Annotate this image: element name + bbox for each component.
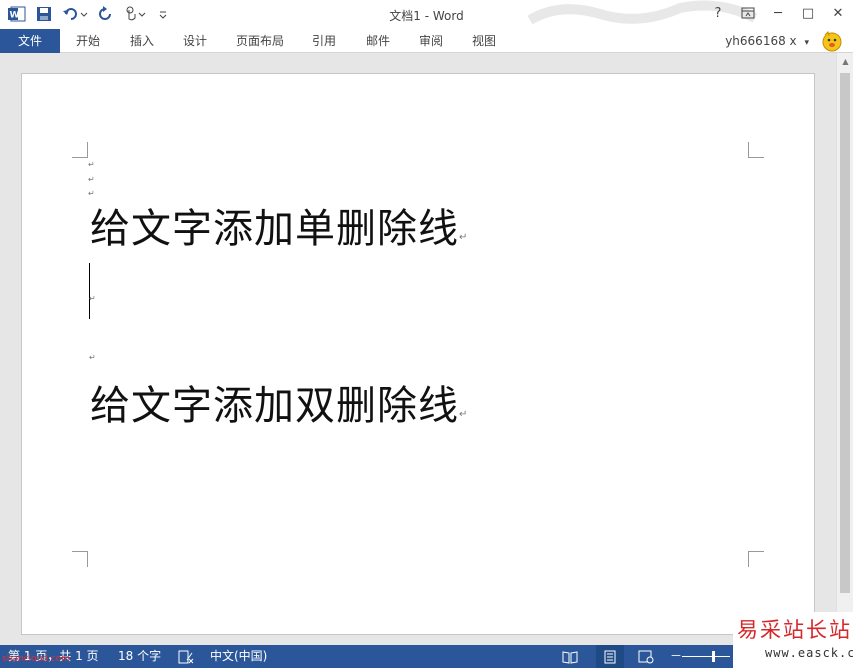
status-bar: 第 1 页，共 1 页 18 个字 中文(中国) － (0, 645, 853, 668)
web-layout-icon[interactable] (638, 645, 654, 668)
paragraph-mark: ↵ (89, 294, 96, 303)
paragraph-mark: ↵ (89, 353, 96, 362)
print-layout-icon[interactable] (596, 645, 624, 668)
paragraph-mark: ↵ (88, 189, 95, 198)
paragraph-mark: ↵ (88, 160, 95, 169)
user-dropdown-icon: ▾ (804, 38, 809, 48)
paragraph-mark: ↵ (459, 232, 469, 243)
paragraph-mark: ↵ (88, 175, 95, 184)
margin-corner-top-left (72, 142, 88, 158)
tab-insert[interactable]: 插入 (122, 29, 162, 53)
window-controls: ? ─ □ ✕ (709, 4, 847, 22)
restore-button[interactable]: □ (799, 4, 817, 22)
ribbon-tabs: 文件 开始 插入 设计 页面布局 引用 邮件 审阅 视图 yh666168 x … (0, 29, 853, 53)
proofing-icon[interactable] (178, 645, 194, 668)
word-count[interactable]: 18 个字 (118, 645, 161, 668)
tab-view[interactable]: 视图 (464, 29, 504, 53)
document-line-2[interactable]: 给文字添加双删除线↵ (90, 382, 468, 441)
tab-home[interactable]: 开始 (68, 29, 108, 53)
margin-corner-top-right (748, 142, 764, 158)
document-page[interactable]: ↵ ↵ ↵ 给文字添加单删除线↵ ↵ ↵ 给文字添加双删除线↵ (21, 73, 815, 635)
text-cursor (89, 263, 90, 319)
zoom-out-button[interactable]: － (670, 645, 682, 668)
avatar[interactable] (821, 30, 843, 52)
user-name: yh666168 x (725, 34, 797, 48)
title-bar: W 文档1 - Word ? ─ □ ✕ (0, 0, 853, 29)
watermark-title: 易采站长站 (737, 618, 852, 642)
tab-design[interactable]: 设计 (175, 29, 215, 53)
tab-review[interactable]: 审阅 (411, 29, 451, 53)
watermark-left: shancloud.com (2, 654, 71, 664)
document-line-1[interactable]: 给文字添加单删除线↵ (90, 205, 468, 264)
help-button[interactable]: ? (709, 4, 727, 22)
read-mode-icon[interactable] (562, 645, 578, 668)
user-account[interactable]: yh666168 x ▾ (725, 29, 809, 53)
tab-page-layout[interactable]: 页面布局 (228, 29, 292, 53)
tab-mailings[interactable]: 邮件 (358, 29, 398, 53)
vertical-scrollbar[interactable]: ▲ (836, 53, 853, 645)
zoom-slider-track[interactable] (682, 656, 730, 657)
minimize-button[interactable]: ─ (769, 4, 787, 22)
close-button[interactable]: ✕ (829, 4, 847, 22)
ribbon-display-options-icon[interactable] (739, 4, 757, 22)
margin-corner-bottom-right (748, 551, 764, 567)
margin-corner-bottom-left (72, 551, 88, 567)
scroll-up-icon[interactable]: ▲ (837, 53, 853, 70)
watermark-url: www.easck.com (765, 646, 853, 660)
watermark-right: 易采站长站 www.easck.com (733, 612, 853, 668)
line-1-text: 给文字添加单删除线 (90, 206, 459, 252)
tab-references[interactable]: 引用 (304, 29, 344, 53)
tab-file[interactable]: 文件 (0, 29, 60, 53)
document-area: ↵ ↵ ↵ 给文字添加单删除线↵ ↵ ↵ 给文字添加双删除线↵ ▲ (0, 53, 853, 645)
zoom-slider-thumb[interactable] (712, 651, 715, 662)
scroll-thumb[interactable] (840, 73, 850, 593)
language-indicator[interactable]: 中文(中国) (210, 645, 267, 668)
line-2-text: 给文字添加双删除线 (90, 383, 459, 429)
paragraph-mark: ↵ (459, 409, 469, 420)
